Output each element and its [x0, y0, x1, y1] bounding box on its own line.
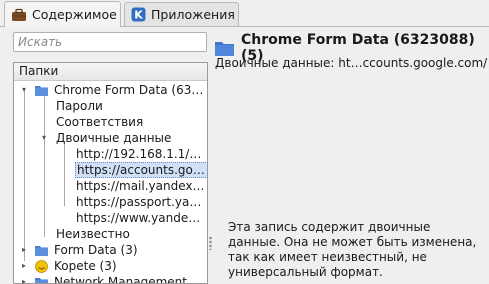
- chevron-right-icon[interactable]: ▸: [19, 245, 29, 255]
- tab-contents[interactable]: Содержимое: [4, 1, 121, 27]
- tab-applications[interactable]: K Приложения: [124, 2, 239, 26]
- tab-applications-label: Приложения: [151, 7, 235, 22]
- tree-item-passwords[interactable]: Пароли: [56, 98, 103, 114]
- tree-item-url[interactable]: https://passport.ya…: [76, 194, 201, 210]
- folders-tree[interactable]: Папки ▾ Chrome Form Data (63… Пароли Соо…: [13, 62, 208, 284]
- folder-icon: [215, 41, 234, 56]
- tree-item-unknown[interactable]: Неизвестно: [56, 226, 130, 242]
- folder-icon: [35, 85, 48, 96]
- tab-contents-label: Содержимое: [32, 7, 117, 22]
- chevron-down-icon[interactable]: ▾: [39, 133, 49, 143]
- tree-item-url-selected[interactable]: https://accounts.go…: [75, 162, 208, 178]
- tree-item-url[interactable]: http://192.168.1.1/…: [76, 146, 201, 162]
- svg-text:K: K: [134, 9, 143, 22]
- binary-data-note: Эта запись содержит двоичные данные. Она…: [228, 220, 478, 280]
- search-input[interactable]: [13, 32, 207, 52]
- chevron-right-icon[interactable]: ▸: [19, 261, 29, 271]
- folder-icon: [35, 277, 48, 284]
- splitter-handle[interactable]: [209, 236, 212, 250]
- tree-item-chrome-form-data[interactable]: Chrome Form Data (63…: [35, 82, 203, 98]
- detail-subtitle: Двоичные данные: ht…ccounts.google.com/: [215, 56, 487, 70]
- tree-item-kopete[interactable]: Kopete (3): [35, 258, 117, 274]
- folder-icon: [35, 245, 48, 256]
- tree-header: Папки: [14, 63, 207, 81]
- tree-item-url[interactable]: https://www.yande…: [76, 210, 200, 226]
- kde-apps-icon: K: [131, 7, 146, 22]
- tree-item-network-management[interactable]: Network Management …: [35, 274, 203, 284]
- tree-item-maps[interactable]: Соответствия: [56, 114, 143, 130]
- kopete-icon: [35, 260, 48, 273]
- chevron-down-icon[interactable]: ▾: [19, 85, 29, 95]
- tree-item-form-data[interactable]: Form Data (3): [35, 242, 138, 258]
- tab-bar: Содержимое K Приложения: [0, 0, 489, 27]
- tree-item-binary-data[interactable]: Двоичные данные: [56, 130, 171, 146]
- tree-item-url[interactable]: https://mail.yandex…: [76, 178, 205, 194]
- briefcase-icon: [11, 8, 27, 22]
